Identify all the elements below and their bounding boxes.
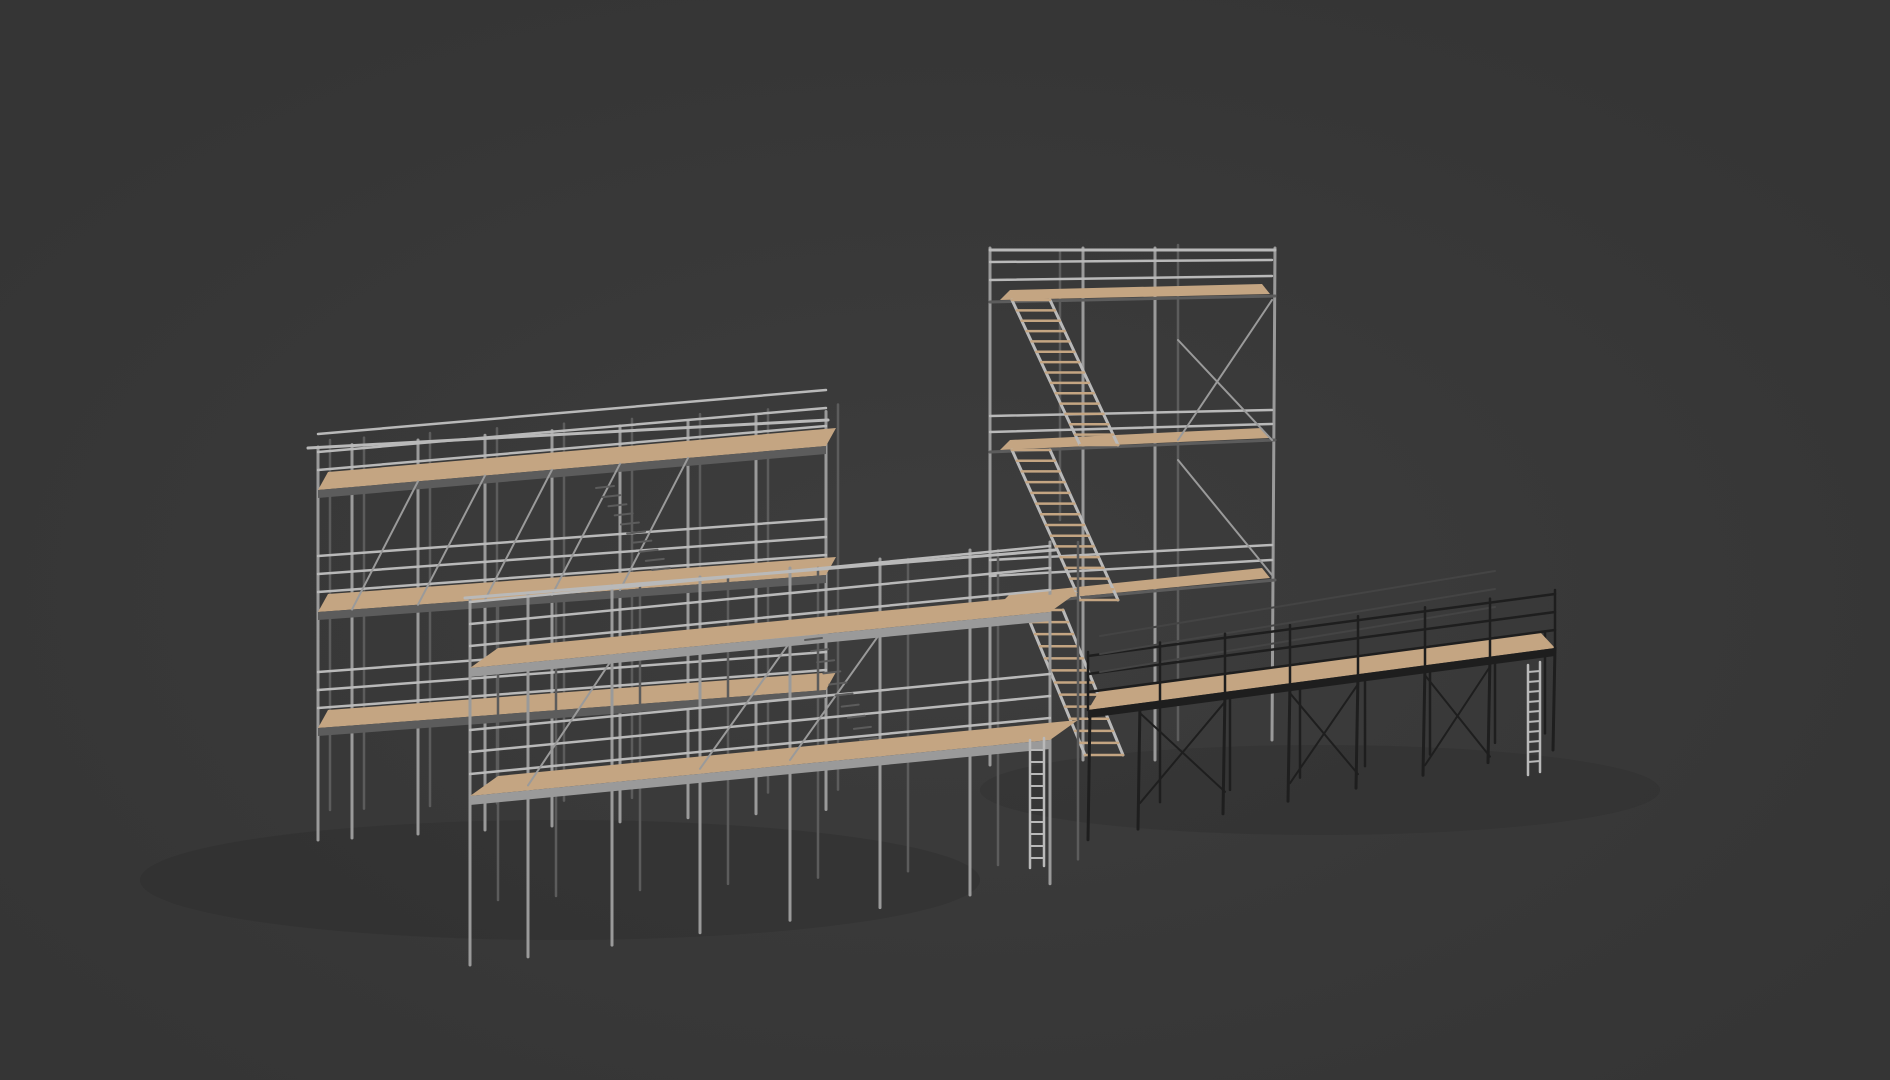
ladder-rung <box>1527 740 1541 743</box>
ladder-rung <box>1527 760 1541 763</box>
ladder-rung <box>1527 720 1541 723</box>
shadow-front <box>140 820 980 940</box>
ladder-rung <box>1527 680 1541 683</box>
ladder-rung <box>1527 700 1541 703</box>
ladder-rung <box>1527 750 1541 753</box>
ladder-rung <box>1527 710 1541 713</box>
platform-leg <box>1086 708 1092 842</box>
render-viewport <box>0 0 1890 1080</box>
ladder-rung <box>1527 730 1541 733</box>
scaffolding-scene <box>0 0 1890 1080</box>
platform-leg <box>1136 701 1142 831</box>
ladder-rung <box>1527 670 1541 673</box>
ladder-rung <box>1527 690 1541 693</box>
platform-leg <box>1421 663 1427 777</box>
platform-leg <box>1486 655 1492 765</box>
platform-leg <box>1221 690 1227 816</box>
platform-leg <box>1551 646 1557 752</box>
